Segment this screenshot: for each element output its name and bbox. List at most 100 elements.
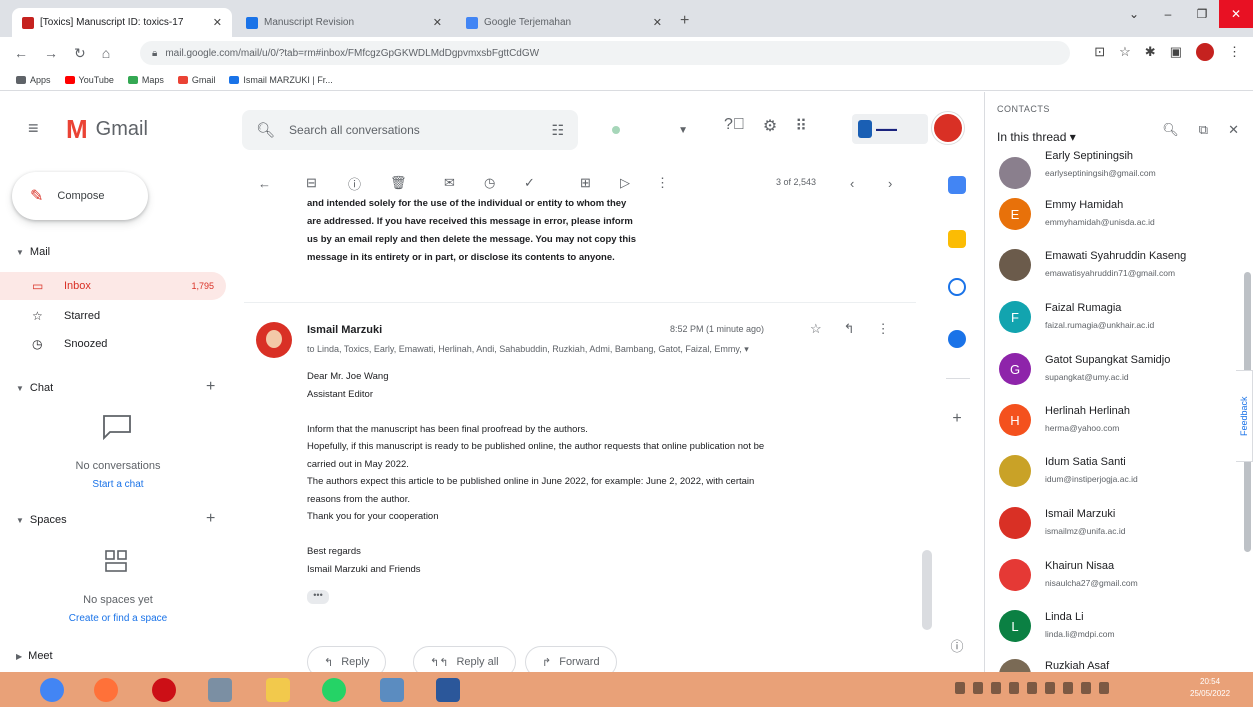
firefox-taskbar-icon[interactable]: [94, 678, 118, 702]
older-chevron-right-icon[interactable]: ›: [888, 176, 892, 191]
archive-icon[interactable]: ⊟: [306, 175, 317, 191]
tray-warning-icon[interactable]: [955, 682, 965, 694]
get-addons-plus-icon[interactable]: +: [948, 410, 966, 428]
sidebar-item-starred[interactable]: ☆ Starred: [0, 302, 226, 330]
maximize-icon[interactable]: ❐: [1185, 0, 1219, 28]
tab-search-icon[interactable]: ⌄: [1117, 0, 1151, 28]
new-tab-icon[interactable]: +: [680, 12, 689, 30]
search-icon[interactable]: 🔍︎: [1162, 122, 1179, 138]
bookmark-youtube[interactable]: YouTube: [64, 75, 114, 85]
contact-item[interactable]: Ismail Marzuki ismailmz@unifa.ac.id: [985, 498, 1245, 549]
close-panel-icon[interactable]: ✕: [1228, 122, 1239, 138]
snooze-icon[interactable]: ◷: [484, 175, 495, 191]
tray-app-icon[interactable]: [1027, 682, 1037, 694]
chrome-taskbar-icon[interactable]: [40, 678, 64, 702]
organization-logo[interactable]: ▬▬▬: [852, 114, 928, 144]
tray-app-icon[interactable]: [991, 682, 1001, 694]
close-tab-icon[interactable]: ✕: [213, 16, 222, 29]
back-icon[interactable]: ←: [14, 45, 28, 61]
sidebar-item-inbox[interactable]: ▭ Inbox 1,795: [0, 272, 226, 300]
help-icon[interactable]: ?⃝: [724, 116, 745, 136]
contact-item[interactable]: Khairun Nisaa nisaulcha27@gmail.com: [985, 550, 1245, 601]
more-vert-icon[interactable]: ⋮: [877, 321, 890, 337]
settings-taskbar-icon[interactable]: [208, 678, 232, 702]
translate-page-icon[interactable]: ⊡: [1094, 44, 1105, 60]
back-to-inbox-icon[interactable]: ←: [258, 176, 271, 191]
star-icon[interactable]: ☆: [810, 321, 822, 337]
app-taskbar-icon[interactable]: [380, 678, 404, 702]
gmail-logo[interactable]: M Gmail: [66, 114, 148, 145]
reply-icon[interactable]: ↰: [844, 321, 855, 337]
search-icon[interactable]: 🔍︎: [256, 121, 275, 139]
move-to-icon[interactable]: ⊞: [580, 175, 591, 191]
opera-taskbar-icon[interactable]: [152, 678, 176, 702]
meet-section-header[interactable]: ▶ Meet: [16, 650, 53, 662]
tray-app-icon[interactable]: [973, 682, 983, 694]
bookmark-maps[interactable]: Maps: [127, 75, 164, 85]
calendar-icon[interactable]: [948, 176, 966, 194]
forward-icon[interactable]: →: [44, 45, 58, 61]
account-avatar[interactable]: [932, 112, 964, 144]
contact-item[interactable]: Ruzkiah Asaf: [985, 650, 1245, 672]
sender-name[interactable]: Ismail Marzuki: [307, 324, 382, 336]
add-task-icon[interactable]: ✓: [524, 175, 535, 191]
status-selector[interactable]: ▼: [604, 118, 696, 142]
settings-gear-icon[interactable]: ⚙: [763, 116, 777, 136]
contact-item[interactable]: H Herlinah Herlinah herma@yahoo.com: [985, 395, 1245, 446]
thread-filter-dropdown[interactable]: In this thread ▾: [997, 130, 1076, 144]
search-bar[interactable]: 🔍︎ Search all conversations ☷: [242, 110, 578, 150]
show-details-icon[interactable]: ▾: [744, 344, 749, 354]
profile-avatar[interactable]: [1196, 43, 1214, 61]
chat-section-header[interactable]: ▼ Chat: [16, 382, 53, 394]
bookmark-star-icon[interactable]: ☆: [1119, 44, 1131, 60]
contact-item[interactable]: Emawati Syahruddin Kaseng emawatisyahrud…: [985, 240, 1245, 291]
close-tab-icon[interactable]: ✕: [653, 16, 662, 29]
whatsapp-taskbar-icon[interactable]: [322, 678, 346, 702]
report-spam-icon[interactable]: ⓘ: [348, 174, 361, 193]
mark-unread-icon[interactable]: ✉: [444, 175, 455, 191]
contact-item[interactable]: E Emmy Hamidah emmyhamidah@unisda.ac.id: [985, 189, 1245, 240]
sender-avatar[interactable]: [256, 322, 292, 358]
spaces-section-header[interactable]: ▼ Spaces: [16, 514, 67, 526]
message-scrollbar[interactable]: [922, 550, 932, 630]
tasks-icon[interactable]: [948, 278, 966, 296]
create-space-link[interactable]: Create or find a space: [69, 613, 167, 624]
browser-tab-translate[interactable]: Google Terjemahan ✕: [456, 8, 672, 37]
tray-app-icon[interactable]: [1009, 682, 1019, 694]
info-icon[interactable]: ⓘ: [948, 638, 966, 656]
bookmark-gmail[interactable]: Gmail: [177, 75, 215, 85]
contacts-icon[interactable]: [948, 330, 966, 348]
new-chat-plus-icon[interactable]: +: [206, 378, 215, 396]
tray-app-icon[interactable]: [1045, 682, 1055, 694]
feedback-tab[interactable]: Feedback: [1236, 370, 1253, 462]
show-trimmed-content-button[interactable]: •••: [307, 590, 329, 604]
open-in-new-icon[interactable]: ⧉: [1199, 122, 1208, 138]
browser-tab-toxics[interactable]: [Toxics] Manuscript ID: toxics-17 ✕: [12, 8, 232, 37]
keep-icon[interactable]: [948, 230, 966, 248]
home-icon[interactable]: ⌂: [102, 45, 110, 61]
start-chat-link[interactable]: Start a chat: [92, 479, 143, 490]
window-close-icon[interactable]: ✕: [1219, 0, 1253, 28]
close-tab-icon[interactable]: ✕: [433, 16, 442, 29]
label-icon[interactable]: ▷: [620, 175, 630, 191]
address-bar[interactable]: 🔒︎ mail.google.com/mail/u/0/?tab=rm#inbo…: [140, 41, 1070, 65]
main-menu-icon[interactable]: ≡: [28, 118, 39, 139]
word-taskbar-icon[interactable]: [436, 678, 460, 702]
tray-battery-icon[interactable]: [1099, 682, 1109, 694]
delete-icon[interactable]: 🗑︎: [390, 175, 407, 191]
tray-network-icon[interactable]: [1063, 682, 1073, 694]
apps-grid-icon[interactable]: ⠿: [795, 116, 807, 136]
newer-chevron-left-icon[interactable]: ‹: [850, 176, 854, 191]
search-input[interactable]: Search all conversations: [289, 123, 551, 137]
file-explorer-taskbar-icon[interactable]: [266, 678, 290, 702]
reload-icon[interactable]: ↻: [74, 45, 86, 62]
tray-volume-icon[interactable]: [1081, 682, 1091, 694]
bookmark-profile[interactable]: Ismail MARZUKI | Fr...: [229, 75, 333, 85]
new-space-plus-icon[interactable]: +: [206, 510, 215, 528]
mail-section-header[interactable]: ▼ Mail: [16, 246, 50, 258]
extensions-icon[interactable]: ✱: [1145, 44, 1156, 60]
contact-item[interactable]: Idum Satia Santi idum@instiperjogja.ac.i…: [985, 446, 1245, 497]
contact-item[interactable]: L Linda Li linda.li@mdpi.com: [985, 601, 1245, 652]
sidebar-item-snoozed[interactable]: ◷ Snoozed: [0, 330, 226, 358]
contact-item[interactable]: F Faizal Rumagia faizal.rumagia@unkhair.…: [985, 292, 1245, 343]
